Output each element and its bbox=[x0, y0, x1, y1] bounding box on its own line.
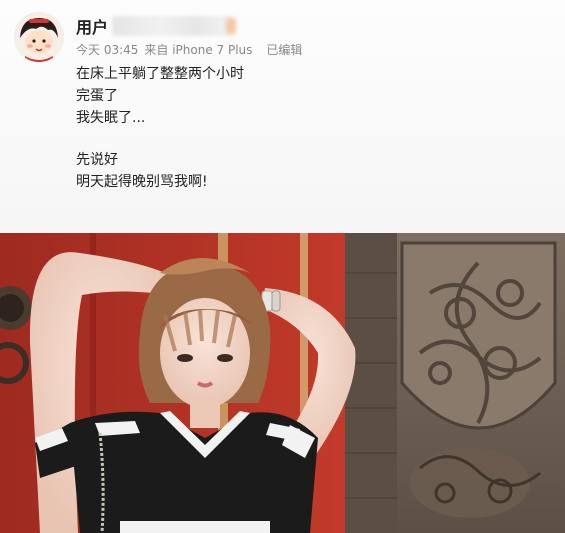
edited-label[interactable]: 已编辑 bbox=[266, 41, 302, 58]
username-redaction bbox=[112, 16, 233, 36]
post-meta: 今天 03:45 来自 iPhone 7 Plus 已编辑 bbox=[76, 41, 302, 58]
post-photo[interactable] bbox=[0, 233, 565, 533]
username-redaction-accent bbox=[226, 18, 237, 34]
post-line: 我失眠了... bbox=[76, 110, 146, 126]
weibo-post-card: 用户 今天 03:45 来自 iPhone 7 Plus 已编辑 在床上平躺了整… bbox=[0, 0, 565, 233]
post-time[interactable]: 今天 03:45 bbox=[76, 41, 138, 58]
post-source: 来自 iPhone 7 Plus bbox=[144, 43, 253, 57]
username[interactable]: 用户 bbox=[76, 14, 108, 38]
avatar-icon bbox=[14, 12, 64, 62]
photo-illustration bbox=[0, 233, 565, 533]
post-line: 先说好 bbox=[76, 152, 118, 168]
username-row[interactable]: 用户 bbox=[76, 14, 237, 38]
user-avatar[interactable] bbox=[14, 12, 64, 62]
post-line: 在床上平躺了整整两个小时 bbox=[76, 66, 244, 82]
post-line: 完蛋了 bbox=[76, 88, 118, 104]
post-line: 明天起得晚别骂我啊! bbox=[76, 174, 208, 190]
post-content: 在床上平躺了整整两个小时 完蛋了 我失眠了... 先说好 明天起得晚别骂我啊! bbox=[76, 63, 244, 193]
